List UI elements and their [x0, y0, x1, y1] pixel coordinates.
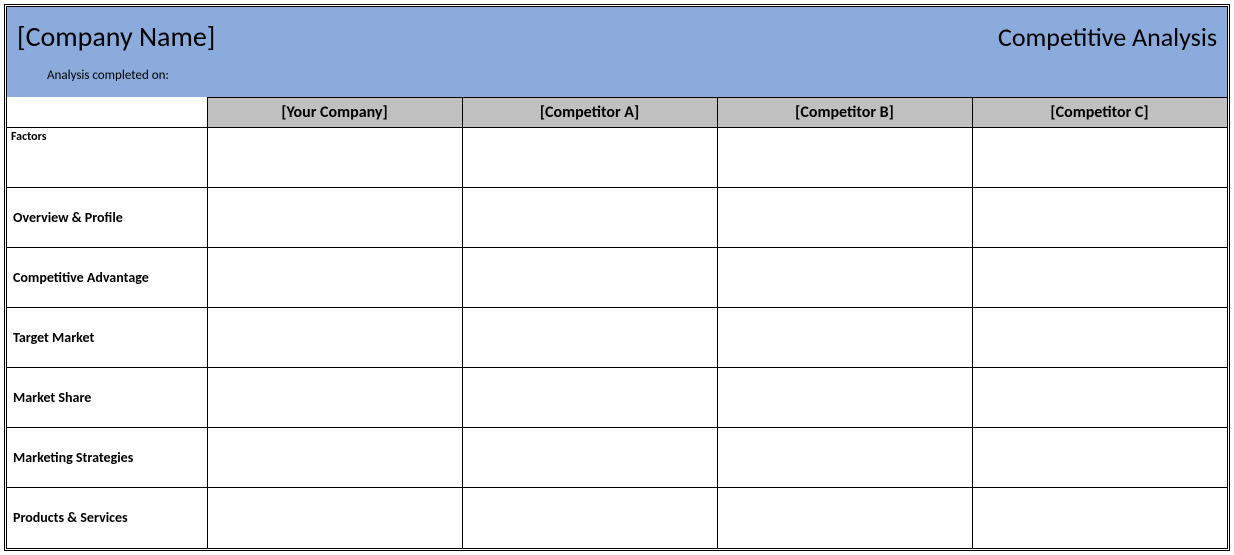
table-row: Competitive Advantage [7, 248, 1227, 308]
cell-competitor-b[interactable] [717, 428, 972, 488]
cell-blank [462, 128, 717, 188]
cell-your-company[interactable] [207, 308, 462, 368]
cell-competitor-b[interactable] [717, 488, 972, 548]
cell-competitor-a[interactable] [462, 248, 717, 308]
cell-competitor-c[interactable] [972, 248, 1227, 308]
cell-your-company[interactable] [207, 428, 462, 488]
column-header-your-company: [Your Company] [207, 98, 462, 128]
row-label-marketing: Marketing Strategies [7, 428, 207, 488]
cell-your-company[interactable] [207, 188, 462, 248]
table-row: Target Market [7, 308, 1227, 368]
factors-section-row: Factors [7, 128, 1227, 188]
cell-competitor-c[interactable] [972, 188, 1227, 248]
company-name-placeholder: [Company Name] [17, 19, 215, 54]
cell-blank [972, 128, 1227, 188]
cell-your-company[interactable] [207, 488, 462, 548]
cell-competitor-a[interactable] [462, 188, 717, 248]
cell-competitor-a[interactable] [462, 368, 717, 428]
cell-your-company[interactable] [207, 248, 462, 308]
row-label-advantage: Competitive Advantage [7, 248, 207, 308]
cell-competitor-b[interactable] [717, 308, 972, 368]
factors-section-label: Factors [7, 128, 207, 188]
column-header-blank [7, 98, 207, 128]
table-row: Products & Services [7, 488, 1227, 548]
report-title: Competitive Analysis [998, 21, 1217, 53]
analysis-table: [Your Company] [Competitor A] [Competito… [7, 97, 1228, 548]
table-row: Overview & Profile [7, 188, 1227, 248]
cell-competitor-a[interactable] [462, 308, 717, 368]
table-row: Marketing Strategies [7, 428, 1227, 488]
cell-competitor-c[interactable] [972, 488, 1227, 548]
analysis-date-label: Analysis completed on: [47, 68, 215, 83]
row-label-products: Products & Services [7, 488, 207, 548]
document-header: [Company Name] Analysis completed on: Co… [7, 7, 1227, 97]
row-label-target-market: Target Market [7, 308, 207, 368]
cell-competitor-c[interactable] [972, 308, 1227, 368]
table-row: Market Share [7, 368, 1227, 428]
row-label-market-share: Market Share [7, 368, 207, 428]
column-header-competitor-c: [Competitor C] [972, 98, 1227, 128]
row-label-overview: Overview & Profile [7, 188, 207, 248]
cell-competitor-b[interactable] [717, 188, 972, 248]
cell-competitor-c[interactable] [972, 428, 1227, 488]
competitive-analysis-document: [Company Name] Analysis completed on: Co… [4, 4, 1230, 551]
cell-blank [717, 128, 972, 188]
cell-your-company[interactable] [207, 368, 462, 428]
column-header-row: [Your Company] [Competitor A] [Competito… [7, 98, 1227, 128]
header-left: [Company Name] Analysis completed on: [17, 19, 215, 83]
cell-competitor-a[interactable] [462, 488, 717, 548]
column-header-competitor-b: [Competitor B] [717, 98, 972, 128]
cell-competitor-b[interactable] [717, 248, 972, 308]
cell-competitor-c[interactable] [972, 368, 1227, 428]
cell-blank [207, 128, 462, 188]
cell-competitor-b[interactable] [717, 368, 972, 428]
cell-competitor-a[interactable] [462, 428, 717, 488]
column-header-competitor-a: [Competitor A] [462, 98, 717, 128]
